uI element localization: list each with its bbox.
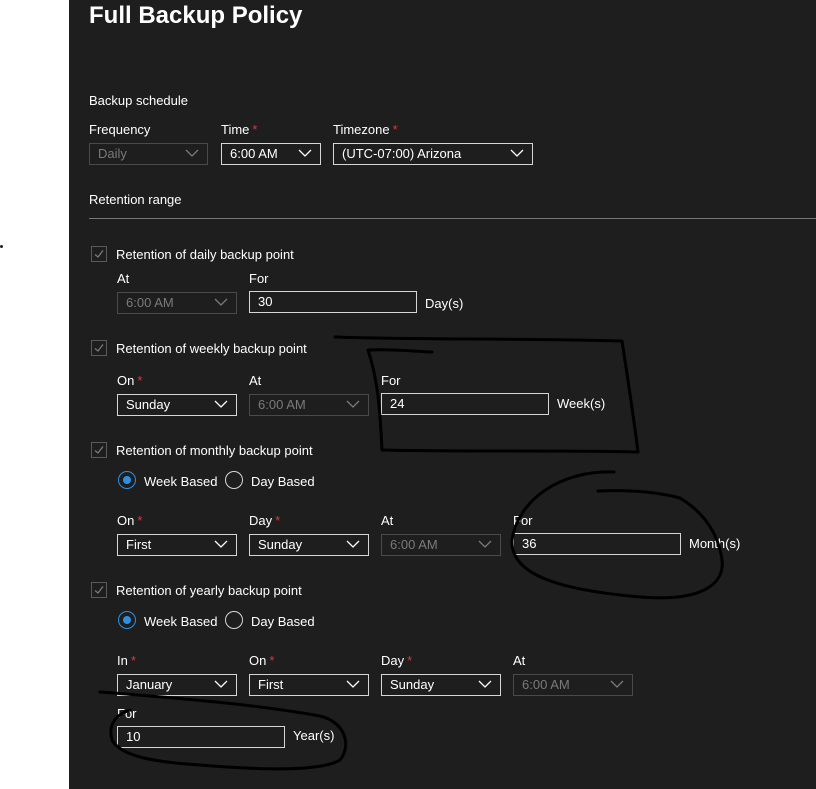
retention-range-heading: Retention range <box>89 192 182 207</box>
checkmark-icon <box>94 446 104 454</box>
backup-schedule-heading: Backup schedule <box>89 93 189 108</box>
weekly-retention-label: Retention of weekly backup point <box>116 341 307 356</box>
frequency-label: Frequency <box>89 122 151 137</box>
monthly-week-based-label: Week Based <box>144 474 218 489</box>
weekly-for-label: For <box>381 373 401 388</box>
monthly-day-dropdown[interactable]: Sunday <box>249 534 369 556</box>
monthly-for-label: For <box>513 513 533 528</box>
yearly-in-label: In * <box>117 653 136 668</box>
weekly-at-label: At <box>249 373 262 388</box>
time-dropdown[interactable]: 6:00 AM <box>221 143 321 165</box>
chevron-down-icon <box>478 680 492 688</box>
monthly-unit-label: Month(s) <box>689 536 741 551</box>
monthly-at-value: 6:00 AM <box>390 537 438 552</box>
yearly-at-dropdown[interactable]: 6:00 AM <box>513 674 633 696</box>
policy-panel: Full Backup Policy Backup schedule Frequ… <box>69 0 816 789</box>
monthly-day-label: Day * <box>249 513 281 528</box>
yearly-day-based-radio[interactable] <box>225 611 243 629</box>
page-title: Full Backup Policy <box>89 2 303 29</box>
chevron-down-icon <box>610 680 624 688</box>
yearly-day-dropdown[interactable]: Sunday <box>381 674 501 696</box>
chevron-down-icon <box>346 400 360 408</box>
yearly-retention-checkbox[interactable] <box>91 582 107 598</box>
frequency-value: Daily <box>98 146 127 161</box>
monthly-on-dropdown[interactable]: First <box>117 534 237 556</box>
stray-dot <box>0 245 3 248</box>
yearly-for-input[interactable]: 10 <box>117 726 285 748</box>
yearly-on-label: On * <box>249 653 275 668</box>
time-label: Time * <box>221 122 258 137</box>
section-divider <box>89 218 816 219</box>
weekly-on-value: Sunday <box>126 397 171 412</box>
weekly-on-label: On * <box>117 373 143 388</box>
yearly-day-based-label: Day Based <box>251 614 315 629</box>
monthly-at-dropdown[interactable]: 6:00 AM <box>381 534 501 556</box>
chevron-down-icon <box>298 149 312 157</box>
daily-retention-label: Retention of daily backup point <box>116 247 294 262</box>
timezone-label: Timezone * <box>333 122 398 137</box>
yearly-in-value: January <box>126 677 173 692</box>
yearly-on-dropdown[interactable]: First <box>249 674 369 696</box>
monthly-at-label: At <box>381 513 394 528</box>
chevron-down-icon <box>510 149 524 157</box>
weekly-unit-label: Week(s) <box>557 396 606 411</box>
monthly-on-value: First <box>126 537 152 552</box>
daily-for-label: For <box>249 271 269 286</box>
monthly-day-based-label: Day Based <box>251 474 315 489</box>
chevron-down-icon <box>185 149 199 157</box>
chevron-down-icon <box>214 540 228 548</box>
timezone-value: (UTC-07:00) Arizona <box>342 146 462 161</box>
weekly-at-dropdown[interactable]: 6:00 AM <box>249 394 369 416</box>
chevron-down-icon <box>346 680 360 688</box>
yearly-day-label: Day * <box>381 653 413 668</box>
yearly-at-label: At <box>513 653 526 668</box>
yearly-in-dropdown[interactable]: January <box>117 674 237 696</box>
yearly-for-label: For <box>117 706 137 721</box>
monthly-retention-label: Retention of monthly backup point <box>116 443 313 458</box>
daily-retention-checkbox[interactable] <box>91 246 107 262</box>
monthly-day-based-radio[interactable] <box>225 471 243 489</box>
chevron-down-icon <box>478 540 492 548</box>
monthly-on-label: On * <box>117 513 143 528</box>
yearly-on-value: First <box>258 677 284 692</box>
weekly-for-input[interactable]: 24 <box>381 393 549 415</box>
weekly-on-dropdown[interactable]: Sunday <box>117 394 237 416</box>
frequency-dropdown[interactable]: Daily <box>89 143 208 165</box>
weekly-retention-checkbox[interactable] <box>91 340 107 356</box>
checkmark-icon <box>94 586 104 594</box>
daily-unit-label: Day(s) <box>425 296 464 311</box>
daily-for-input[interactable]: 30 <box>249 291 417 313</box>
yearly-unit-label: Year(s) <box>293 728 335 743</box>
timezone-dropdown[interactable]: (UTC-07:00) Arizona <box>333 143 533 165</box>
checkmark-icon <box>94 344 104 352</box>
daily-at-label: At <box>117 271 130 286</box>
chevron-down-icon <box>346 540 360 548</box>
monthly-retention-checkbox[interactable] <box>91 442 107 458</box>
chevron-down-icon <box>214 400 228 408</box>
yearly-week-based-label: Week Based <box>144 614 218 629</box>
time-value: 6:00 AM <box>230 146 278 161</box>
chevron-down-icon <box>214 298 228 306</box>
daily-at-dropdown[interactable]: 6:00 AM <box>117 292 237 314</box>
weekly-at-value: 6:00 AM <box>258 397 306 412</box>
yearly-week-based-radio[interactable] <box>118 611 136 629</box>
chevron-down-icon <box>214 680 228 688</box>
monthly-for-input[interactable]: 36 <box>513 533 681 555</box>
checkmark-icon <box>94 250 104 258</box>
monthly-week-based-radio[interactable] <box>118 471 136 489</box>
yearly-retention-label: Retention of yearly backup point <box>116 583 302 598</box>
daily-at-value: 6:00 AM <box>126 295 174 310</box>
monthly-day-value: Sunday <box>258 537 303 552</box>
yearly-at-value: 6:00 AM <box>522 677 570 692</box>
yearly-day-value: Sunday <box>390 677 435 692</box>
